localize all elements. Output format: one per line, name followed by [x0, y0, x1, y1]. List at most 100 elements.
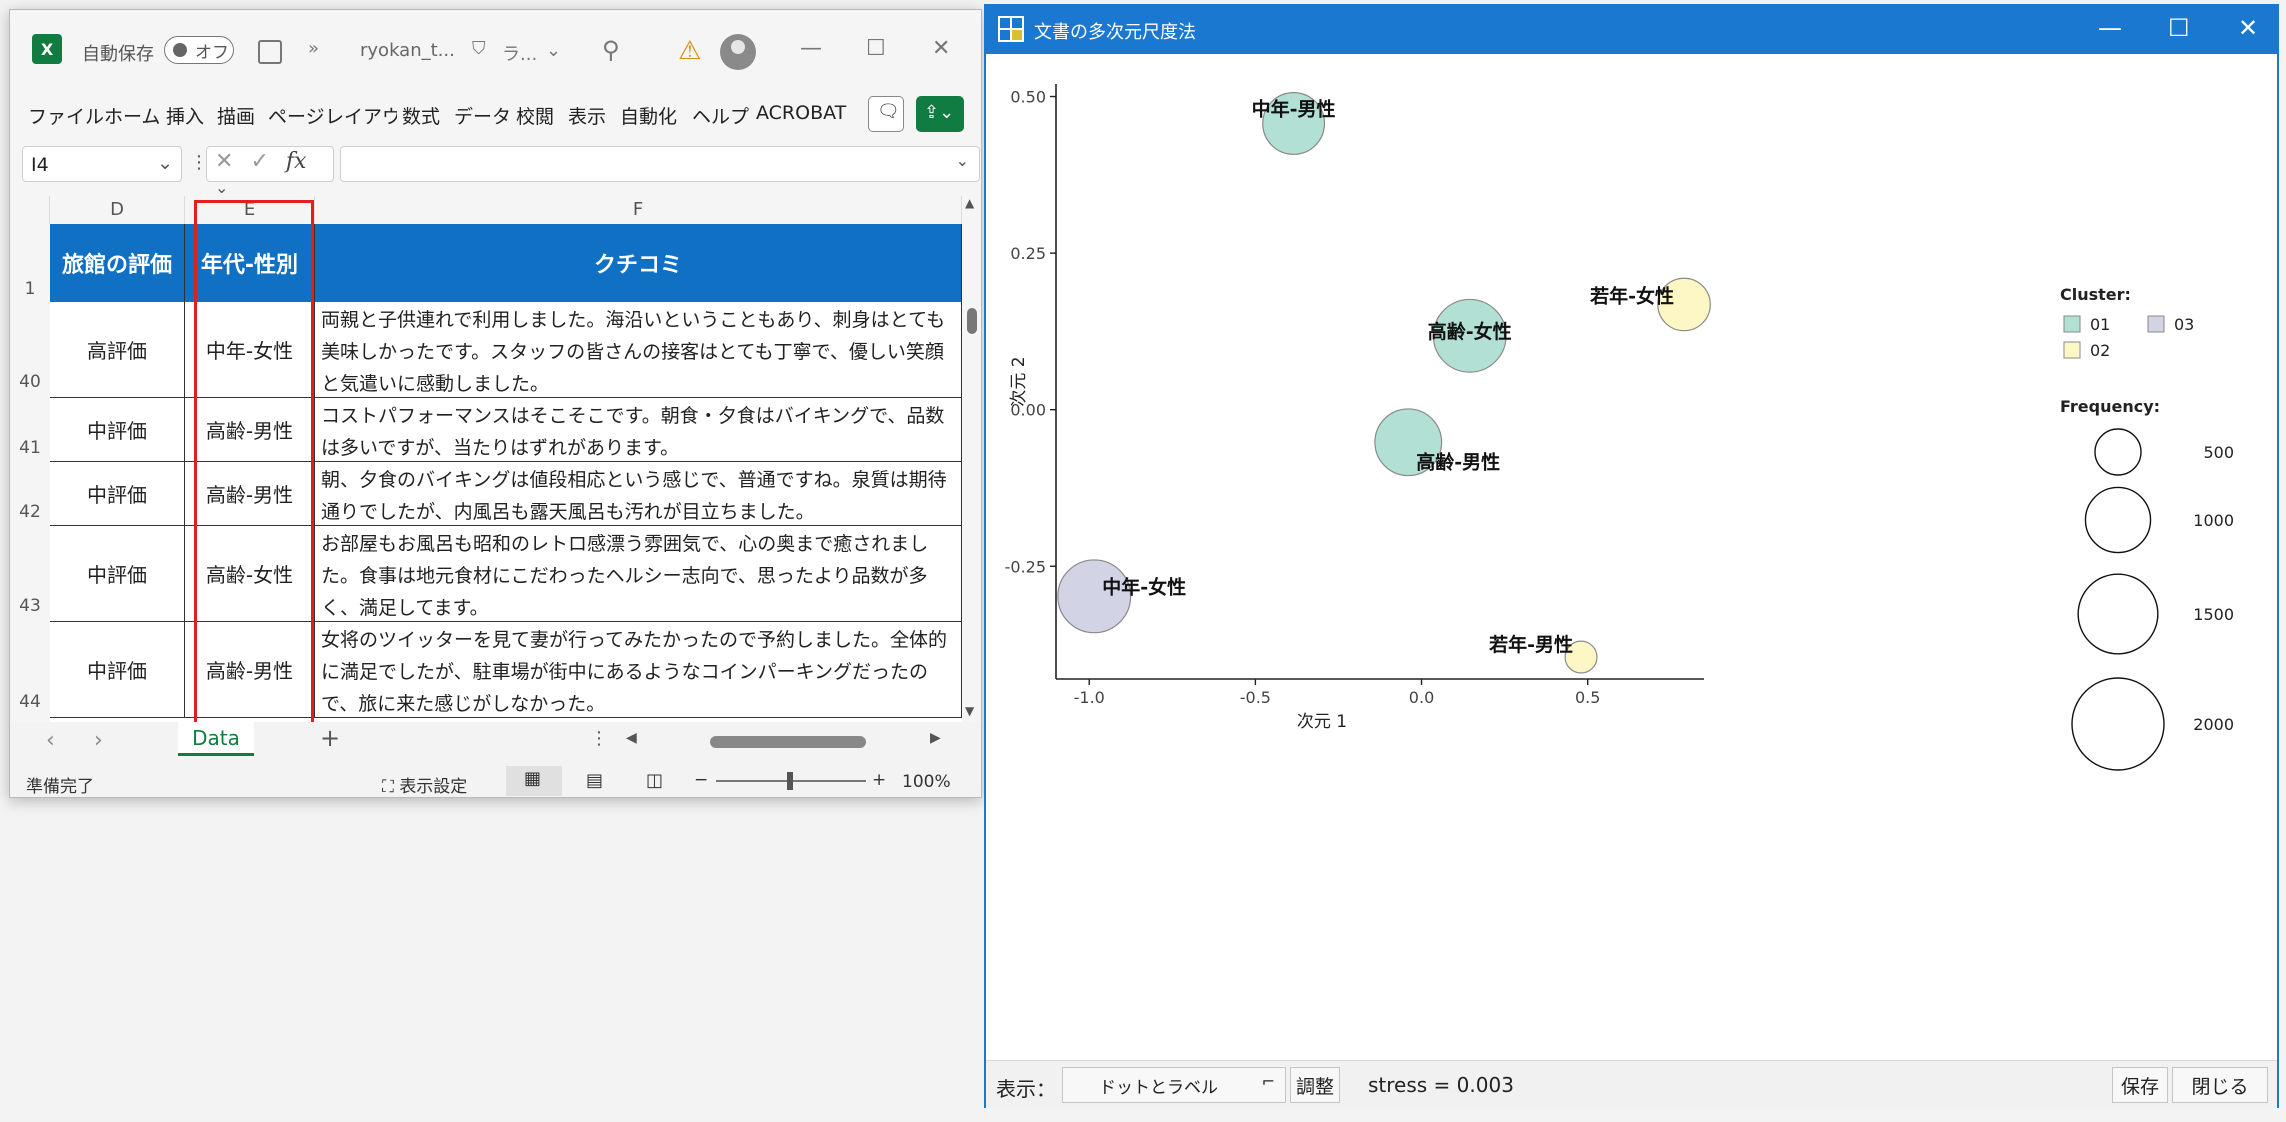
point-label: 中年-男性	[1252, 97, 1336, 120]
page-layout-icon[interactable]: ▤	[586, 770, 603, 791]
file-name[interactable]: ryokan_t...	[360, 40, 455, 61]
zoom-in-icon[interactable]: +	[872, 770, 886, 790]
row-number[interactable]: 41	[10, 398, 50, 462]
point-label: 若年-女性	[1590, 284, 1674, 307]
prev-sheet-icon[interactable]: ‹	[46, 728, 55, 753]
row-number[interactable]: 43	[10, 526, 50, 622]
adjust-button[interactable]: 調整	[1290, 1067, 1340, 1103]
excel-title-bar: X 自動保存 オフ » ryokan_t... ⛉ ラ... ⌄ ⚲ ⚠ — ☐…	[10, 10, 981, 86]
tab-help[interactable]: ヘルプ	[692, 102, 749, 129]
name-box[interactable]: I4 ⌄	[22, 146, 182, 182]
search-icon[interactable]: ⚲	[602, 36, 620, 64]
more-options-icon[interactable]: ⋮	[590, 728, 608, 749]
tab-page[interactable]: ページ	[268, 102, 325, 129]
page-break-icon[interactable]: ◫	[646, 770, 663, 791]
column-header-f[interactable]: F	[315, 196, 962, 224]
table-cell[interactable]: 両親と子供連れで利用しました。海沿いということもあり、刺身はとても美味しかったで…	[315, 302, 962, 398]
row-number[interactable]: 40	[10, 302, 50, 398]
more-commands-icon[interactable]: »	[308, 38, 319, 59]
normal-view-button[interactable]: ▦	[506, 766, 562, 796]
display-settings-label: 表示設定	[399, 777, 468, 797]
warning-icon[interactable]: ⚠	[678, 36, 701, 66]
table-cell[interactable]: 中評価	[50, 462, 185, 526]
tab-draw[interactable]: 描画	[217, 102, 255, 129]
zoom-level[interactable]: 100%	[902, 772, 951, 792]
table-cell[interactable]: お部屋もお風呂も昭和のレトロ感漂う雰囲気で、心の奥まで癒されました。食事は地元食…	[315, 526, 962, 622]
minimize-icon[interactable]: —	[2098, 14, 2122, 42]
display-select[interactable]: ドットとラベル ⌐	[1062, 1067, 1286, 1103]
scroll-down-icon[interactable]: ▼	[965, 704, 974, 718]
next-sheet-icon[interactable]: ›	[94, 728, 103, 753]
table-cell[interactable]: 中評価	[50, 398, 185, 462]
legend-swatch	[2063, 341, 2081, 359]
close-button[interactable]: 閉じる	[2172, 1067, 2268, 1103]
display-settings-button[interactable]: ⛶ 表示設定	[382, 772, 467, 797]
sheet-tab-data[interactable]: Data	[178, 722, 254, 756]
add-sheet-button[interactable]: +	[320, 724, 340, 752]
zoom-out-icon[interactable]: −	[694, 770, 708, 790]
expand-icon[interactable]: ⌄	[956, 151, 969, 170]
tab-formulas[interactable]: 数式	[402, 102, 440, 129]
shield-icon[interactable]: ⛉	[472, 38, 486, 59]
formula-buttons: ✕ ✓ fx ⌄	[206, 146, 334, 197]
chevron-down-icon[interactable]: ⌄	[546, 40, 561, 61]
table-cell[interactable]: コストパフォーマンスはそこそこです。朝食・夕食はバイキングで、品数は多いですが、…	[315, 398, 962, 462]
maximize-icon[interactable]: ☐	[2168, 14, 2190, 42]
zoom-slider-thumb[interactable]	[787, 772, 793, 790]
enter-icon[interactable]: ✓	[250, 149, 268, 174]
header-review[interactable]: クチコミ	[315, 224, 962, 302]
autosave-toggle[interactable]: オフ	[164, 36, 234, 64]
tab-home[interactable]: ホーム	[104, 102, 160, 129]
table-cell[interactable]: 朝、夕食のバイキングは値段相応という感じで、普通ですね。泉質は期待通りでしたが、…	[315, 462, 962, 526]
tab-acrobat[interactable]: ACROBAT	[756, 102, 846, 124]
display-label: 表示：	[996, 1077, 1056, 1101]
row-number[interactable]: 1	[10, 224, 50, 302]
scroll-thumb[interactable]	[967, 308, 977, 334]
chevron-down-icon[interactable]: ⌄	[215, 178, 228, 197]
table-cell[interactable]: 中評価	[50, 622, 185, 718]
sensitivity-label[interactable]: ラ...	[502, 40, 537, 66]
tab-file[interactable]: ファイル	[28, 102, 104, 129]
close-icon[interactable]: ✕	[932, 36, 950, 61]
function-icon[interactable]: fx	[286, 149, 307, 174]
close-icon[interactable]: ✕	[2238, 14, 2258, 42]
minimize-icon[interactable]: —	[800, 36, 822, 61]
tab-automate[interactable]: 自動化	[620, 102, 677, 129]
legend-size-label: 1500	[2193, 605, 2234, 624]
row-number[interactable]: 44	[10, 622, 50, 722]
avatar[interactable]	[720, 34, 756, 70]
vertical-scrollbar[interactable]: ▲ ▼	[962, 196, 981, 722]
table-cell[interactable]: 女将のツイッターを見て妻が行ってみたかったので予約しました。全体的に満足でしたが…	[315, 622, 962, 718]
y-tick-label: -0.25	[1005, 557, 1046, 576]
row-number[interactable]: 42	[10, 462, 50, 526]
formula-bar: I4 ⌄ ⋮ ✕ ✓ fx ⌄ ⌄	[10, 142, 981, 197]
save-button[interactable]: 保存	[2112, 1067, 2168, 1103]
tab-insert[interactable]: 挿入	[166, 102, 204, 129]
table-cell[interactable]: 高評価	[50, 302, 185, 398]
save-icon[interactable]	[258, 40, 282, 64]
tab-layout[interactable]: レイアウト	[325, 102, 397, 129]
legend-cluster-label: 03	[2174, 315, 2194, 334]
point-label: 高齢-女性	[1428, 320, 1512, 343]
scroll-right-icon[interactable]: ▶	[930, 730, 941, 746]
formula-input[interactable]: ⌄	[340, 146, 980, 182]
tab-data[interactable]: データ	[454, 102, 511, 129]
display-settings-icon: ⛶	[382, 777, 400, 797]
tab-review[interactable]: 校閲	[516, 102, 554, 129]
tab-view[interactable]: 表示	[568, 102, 606, 129]
share-button[interactable]: ⇪⌄	[916, 96, 964, 132]
toggle-knob-icon	[173, 43, 187, 57]
horizontal-scroll-thumb[interactable]	[710, 736, 866, 748]
header-rating[interactable]: 旅館の評価	[50, 224, 185, 302]
comments-button[interactable]: 🗨	[868, 96, 904, 132]
y-tick-label: 0.50	[1010, 88, 1046, 107]
select-all-corner[interactable]	[10, 196, 50, 224]
stress-value: stress = 0.003	[1368, 1073, 1514, 1097]
maximize-icon[interactable]: ☐	[866, 36, 886, 61]
cancel-icon[interactable]: ✕	[215, 149, 233, 174]
scroll-left-icon[interactable]: ◀	[626, 730, 637, 746]
scroll-up-icon[interactable]: ▲	[965, 196, 974, 210]
app-icon	[998, 16, 1024, 42]
column-header-d[interactable]: D	[50, 196, 185, 224]
table-cell[interactable]: 中評価	[50, 526, 185, 622]
